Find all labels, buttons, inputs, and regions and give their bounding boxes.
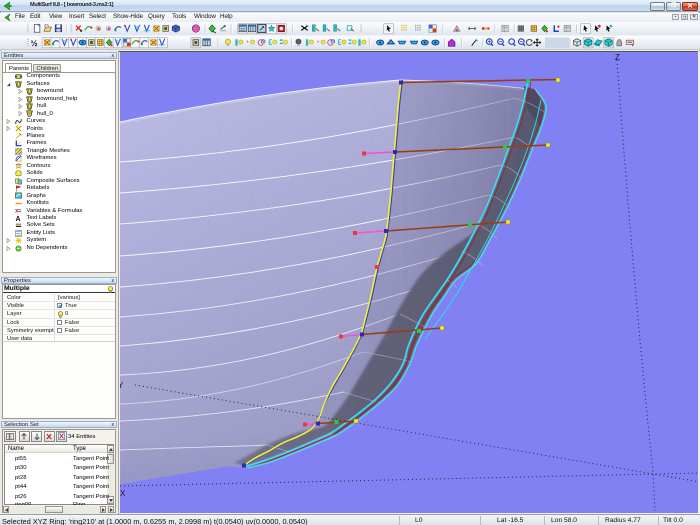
svg-text:*: * [246,40,249,46]
svg-text:*: * [317,40,320,46]
svg-text:Z: Z [615,53,620,62]
svg-text:½: ½ [31,38,38,48]
svg-text:X: X [120,489,126,498]
